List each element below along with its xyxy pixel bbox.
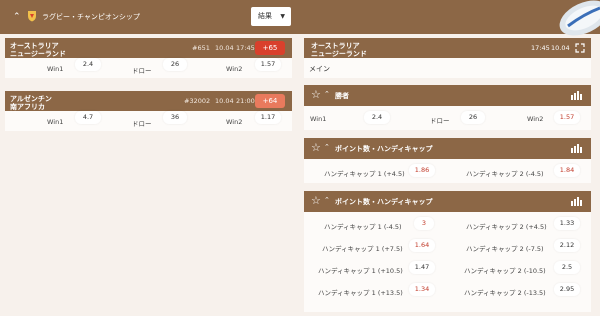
odds-button[interactable]: 1.86 [409, 164, 435, 177]
odds-button[interactable]: 3 [414, 217, 434, 230]
odds-label: Win2 [226, 118, 243, 126]
match-card[interactable]: アルゼンチン 南アフリカ #32002 10.04 21:00 +64 Win1… [5, 91, 292, 131]
detail-tab-bar: メイン [304, 58, 591, 78]
odds-label: ハンディキャップ 1 (-4.5) [324, 223, 402, 231]
double-chevron-up-icon[interactable]: ⌃ [13, 12, 23, 22]
match-date: 10.04 [215, 97, 234, 105]
market-title: ポイント数・ハンディキャップ [335, 145, 433, 153]
match-header[interactable]: アルゼンチン 南アフリカ #32002 10.04 21:00 +64 [5, 91, 292, 111]
market-header[interactable]: ☆ ⌃ 勝者 [304, 85, 591, 106]
market-title: ポイント数・ハンディキャップ [335, 198, 433, 206]
odds-label: ハンディキャップ 1 (+10.5) [318, 267, 403, 275]
stats-icon[interactable] [571, 91, 583, 100]
match-time: 21:00 [236, 97, 255, 105]
odds-label: ハンディキャップ 2 (+4.5) [466, 223, 547, 231]
odds-label: Win2 [527, 115, 544, 123]
tab-main[interactable]: メイン [309, 64, 330, 74]
odds-button[interactable]: 1.57 [255, 58, 281, 71]
odds-button[interactable]: 1.17 [255, 111, 281, 124]
market-header[interactable]: ☆ ⌃ ポイント数・ハンディキャップ [304, 138, 591, 159]
chevron-up-icon[interactable]: ⌃ [324, 143, 330, 151]
market-header[interactable]: ☆ ⌃ ポイント数・ハンディキャップ [304, 191, 591, 212]
star-icon[interactable]: ☆ [311, 141, 321, 155]
odds-button[interactable]: 1.34 [409, 283, 435, 296]
odds-label: ハンディキャップ 1 (+13.5) [318, 289, 403, 297]
expand-icon[interactable] [575, 43, 585, 53]
detail-date: 10.04 [551, 44, 570, 52]
results-dropdown-value: 結果 [258, 12, 272, 20]
stats-icon[interactable] [571, 197, 583, 206]
match-time: 17:45 [236, 44, 255, 52]
market-handicap: ☆ ⌃ ポイント数・ハンディキャップ ハンディキャップ 1 (+4.5) 1.8… [304, 138, 591, 183]
odds-button[interactable]: 1.64 [409, 239, 435, 252]
match-header[interactable]: オーストラリア ニュージーランド #651 10.04 17:45 +65 [5, 38, 292, 58]
odds-button[interactable]: 2.4 [75, 58, 101, 71]
odds-button[interactable]: 2.95 [554, 283, 580, 296]
odds-button[interactable]: 1.57 [554, 111, 580, 124]
odds-row: Win1 4.7 ドロー 36 Win2 1.17 [5, 111, 292, 131]
match-id: #651 [192, 44, 210, 52]
market-winner: ☆ ⌃ 勝者 Win1 2.4 ドロー 26 Win2 1.57 [304, 85, 591, 130]
markets-count-badge[interactable]: +65 [255, 41, 285, 55]
odds-label: Win1 [47, 118, 64, 126]
odds-button[interactable]: 2.4 [364, 111, 390, 124]
rugby-ball-graphic [559, 0, 600, 36]
match-card[interactable]: オーストラリア ニュージーランド #651 10.04 17:45 +65 Wi… [5, 38, 292, 78]
odds-label: ドロー [132, 120, 152, 128]
odds-button[interactable]: 4.7 [75, 111, 101, 124]
chevron-up-icon[interactable]: ⌃ [324, 196, 330, 204]
odds-button[interactable]: 36 [163, 111, 187, 124]
chevron-up-icon[interactable]: ⌃ [324, 90, 330, 98]
match-detail-panel: オーストラリア ニュージーランド 17:45 10.04 メイン ☆ ⌃ 勝者 … [304, 38, 591, 312]
odds-label: ドロー [430, 117, 450, 125]
odds-button[interactable]: 1.33 [554, 217, 580, 230]
odds-label: ハンディキャップ 2 (-4.5) [466, 170, 544, 178]
markets-count-badge[interactable]: +64 [255, 94, 285, 108]
odds-label: ハンディキャップ 2 (-13.5) [464, 289, 546, 297]
results-dropdown[interactable]: 結果 ▼ [251, 7, 291, 26]
odds-button[interactable]: 26 [163, 58, 187, 71]
match-date: 10.04 [215, 44, 234, 52]
detail-time: 17:45 [531, 44, 550, 52]
odds-label: ハンディキャップ 1 (+7.5) [322, 245, 403, 253]
odds-label: Win2 [226, 65, 243, 73]
odds-label: Win1 [47, 65, 64, 73]
market-body: Win1 2.4 ドロー 26 Win2 1.57 [304, 106, 591, 130]
league-title: ラグビー・チャンピオンシップ [42, 13, 140, 21]
league-header: ⌃ ラグビー・チャンピオンシップ 結果 ▼ [0, 0, 600, 36]
odds-label: ハンディキャップ 1 (+4.5) [324, 170, 405, 178]
detail-header: オーストラリア ニュージーランド 17:45 10.04 メイン [304, 38, 591, 78]
odds-button[interactable]: 26 [461, 111, 485, 124]
odds-label: ハンディキャップ 2 (-10.5) [464, 267, 546, 275]
league-shield-icon [28, 11, 36, 22]
market-body: ハンディキャップ 1 (+4.5) 1.86 ハンディキャップ 2 (-4.5)… [304, 159, 591, 183]
odds-label: ハンディキャップ 2 (-7.5) [466, 245, 544, 253]
odds-button[interactable]: 2.5 [554, 261, 580, 274]
star-icon[interactable]: ☆ [311, 88, 321, 102]
odds-row: Win1 2.4 ドロー 26 Win2 1.57 [5, 58, 292, 78]
match-id: #32002 [184, 97, 211, 105]
odds-label: Win1 [310, 115, 327, 123]
odds-button[interactable]: 1.47 [409, 261, 435, 274]
odds-button[interactable]: 2.12 [554, 239, 580, 252]
chevron-down-icon: ▼ [280, 13, 285, 20]
market-handicap-extended: ☆ ⌃ ポイント数・ハンディキャップ ハンディキャップ 1 (-4.5) 3 ハ… [304, 191, 591, 312]
star-icon[interactable]: ☆ [311, 194, 321, 208]
market-body: ハンディキャップ 1 (-4.5) 3 ハンディキャップ 2 (+4.5) 1.… [304, 212, 591, 312]
odds-label: ドロー [132, 67, 152, 75]
stats-icon[interactable] [571, 144, 583, 153]
odds-button[interactable]: 1.84 [554, 164, 580, 177]
market-title: 勝者 [335, 92, 349, 100]
